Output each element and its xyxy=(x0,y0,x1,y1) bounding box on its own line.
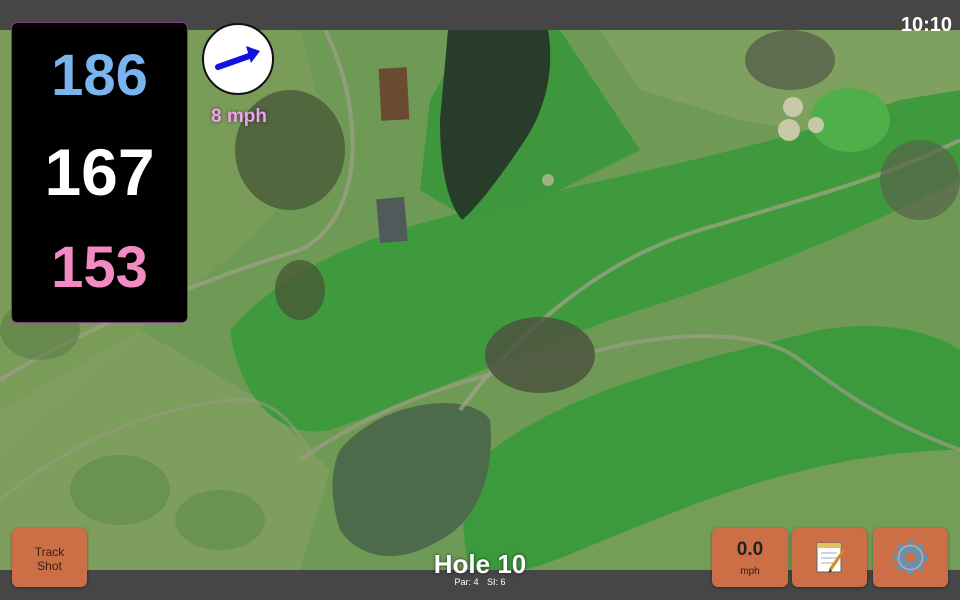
clock: 10:10 xyxy=(900,14,952,36)
notes-button[interactable] xyxy=(792,528,867,587)
settings-button[interactable] xyxy=(873,528,948,587)
back-distance: 186 xyxy=(51,43,148,108)
speed-value: 0.0 xyxy=(736,539,764,560)
gear-icon xyxy=(893,540,928,575)
notepad-icon xyxy=(816,542,846,573)
hole-info: Par: 4 SI: 6 xyxy=(380,577,580,587)
wind-speed: 8 mph xyxy=(211,106,267,127)
distance-panel[interactable]: 186 167 153 xyxy=(11,22,188,323)
speed-button[interactable]: 0.0 mph xyxy=(712,528,788,587)
hole-title: Hole 10 xyxy=(433,549,527,579)
wind-direction-arrow-icon xyxy=(215,46,260,70)
hole-stroke-index: SI: 6 xyxy=(487,577,506,587)
wind-direction-indicator xyxy=(202,23,274,95)
track-shot-button[interactable]: Track Shot xyxy=(12,528,87,587)
middle-distance: 167 xyxy=(44,135,155,209)
speed-unit: mph xyxy=(740,566,760,577)
hole-par: Par: 4 xyxy=(454,577,479,587)
front-distance: 153 xyxy=(51,235,148,300)
track-shot-label: Track Shot xyxy=(34,545,65,573)
